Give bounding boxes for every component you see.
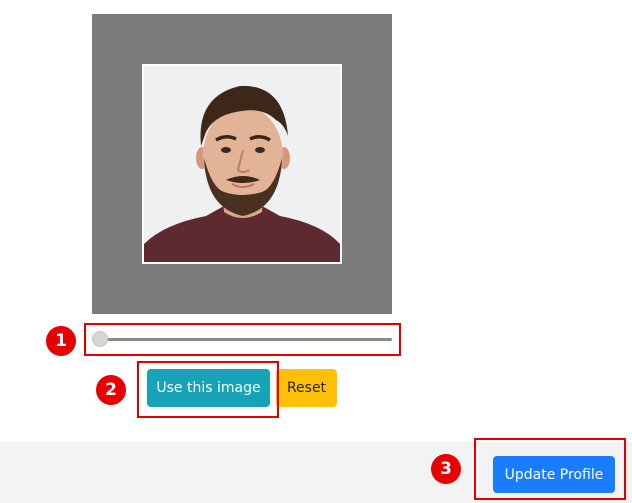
use-this-image-button[interactable]: Use this image <box>147 369 270 407</box>
zoom-slider-thumb[interactable] <box>92 331 108 347</box>
reset-button[interactable]: Reset <box>276 369 337 407</box>
profile-photo <box>144 66 340 262</box>
annotation-badge-3: 3 <box>431 454 461 484</box>
profile-image-editor: Use this image Reset Update Profile 1 2 … <box>0 0 632 503</box>
image-crop-area[interactable] <box>92 14 392 314</box>
crop-selection-frame[interactable] <box>142 64 342 264</box>
zoom-slider[interactable] <box>92 330 392 348</box>
annotation-badge-1: 1 <box>46 326 76 356</box>
zoom-slider-track[interactable] <box>92 338 392 341</box>
annotation-badge-2: 2 <box>96 375 126 405</box>
update-profile-button[interactable]: Update Profile <box>493 456 615 493</box>
